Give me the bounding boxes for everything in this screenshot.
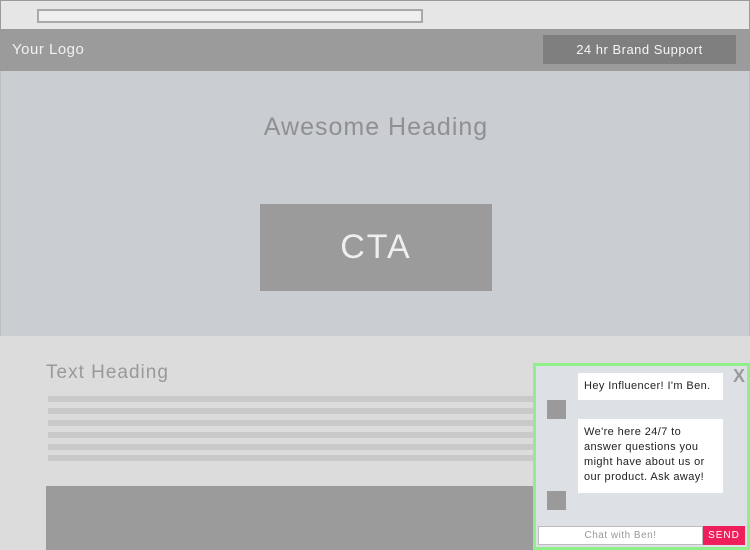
text-placeholder-line bbox=[48, 455, 568, 461]
chat-avatar bbox=[547, 400, 566, 419]
text-placeholder-line bbox=[48, 432, 568, 438]
send-button[interactable]: SEND bbox=[703, 526, 745, 545]
chat-widget: X Hey Influencer! I'm Ben. We're here 24… bbox=[533, 363, 750, 550]
text-placeholder-line bbox=[48, 420, 568, 426]
text-placeholder-line bbox=[48, 408, 568, 414]
browser-chrome bbox=[0, 0, 750, 30]
brand-support-button[interactable]: 24 hr Brand Support bbox=[543, 35, 736, 64]
chat-message: Hey Influencer! I'm Ben. bbox=[578, 373, 723, 400]
site-header: Your Logo 24 hr Brand Support bbox=[0, 30, 750, 71]
chat-message: We're here 24/7 to answer questions you … bbox=[578, 419, 723, 493]
text-placeholder-line bbox=[48, 444, 568, 450]
hero-heading: Awesome Heading bbox=[263, 113, 489, 141]
chat-avatar bbox=[547, 491, 566, 510]
chat-input[interactable]: Chat with Ben! bbox=[538, 526, 703, 545]
address-bar[interactable] bbox=[37, 9, 423, 23]
close-icon[interactable]: X bbox=[733, 366, 745, 387]
hero-section: Awesome Heading CTA bbox=[0, 71, 750, 336]
text-heading: Text Heading bbox=[46, 362, 169, 383]
text-placeholder-line bbox=[48, 396, 568, 402]
image-placeholder bbox=[46, 486, 546, 550]
site-logo[interactable]: Your Logo bbox=[12, 41, 84, 58]
cta-button[interactable]: CTA bbox=[260, 204, 492, 291]
